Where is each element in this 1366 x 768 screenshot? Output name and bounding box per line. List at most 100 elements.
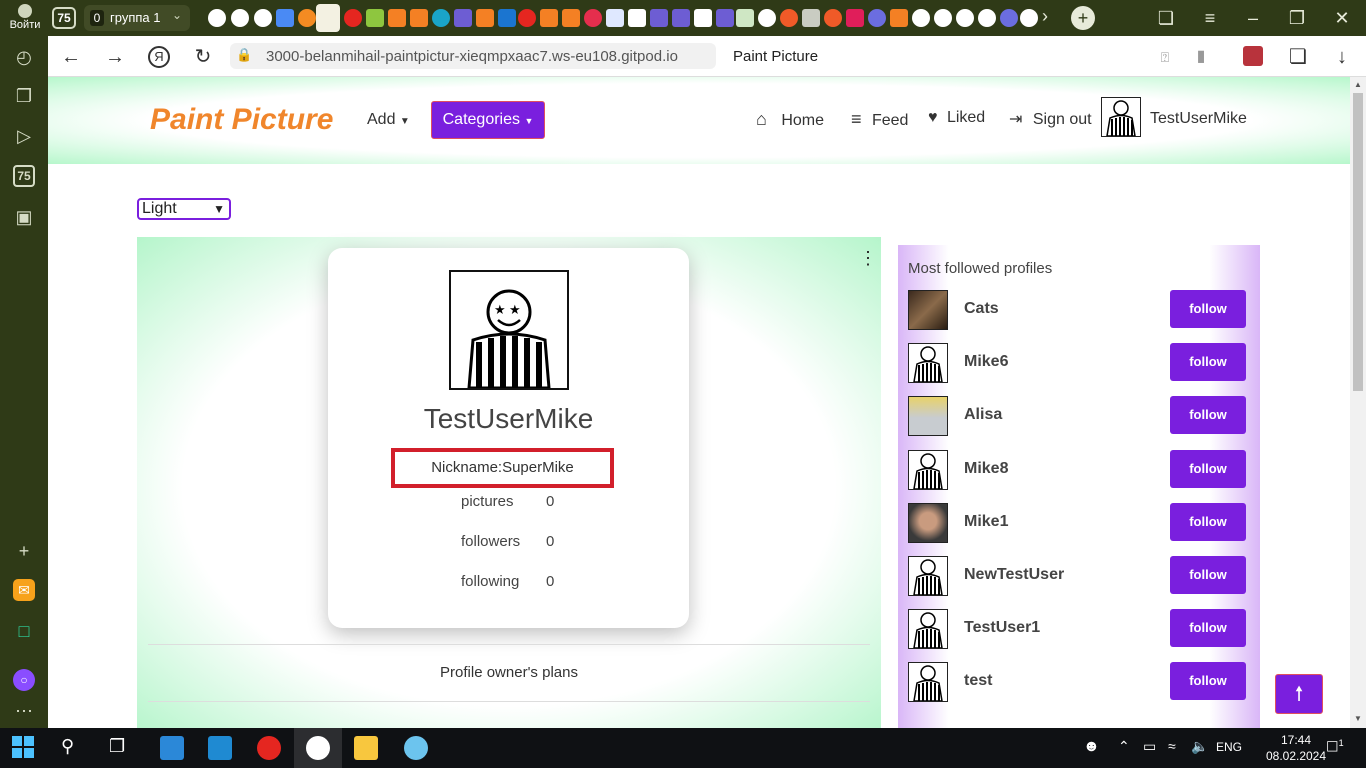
windows-start-icon[interactable] — [12, 736, 36, 760]
profile-avatar[interactable] — [908, 290, 948, 330]
nav-home[interactable]: ⌂ Home — [756, 109, 824, 130]
page-scrollbar[interactable]: ▲ ▼ — [1350, 77, 1366, 728]
app-icon[interactable] — [160, 736, 184, 760]
github-tab-icon[interactable] — [934, 9, 952, 27]
brand-logo[interactable]: Paint Picture — [150, 103, 333, 137]
profile-name[interactable]: Alisa — [964, 406, 1002, 424]
react-tab-icon[interactable] — [432, 9, 450, 27]
follow-button[interactable]: follow — [1170, 290, 1246, 328]
github-tab-icon[interactable] — [231, 9, 249, 27]
follow-button[interactable]: follow — [1170, 609, 1246, 647]
yandex-icon[interactable]: Я — [148, 46, 170, 68]
github-tab-icon[interactable] — [1020, 9, 1038, 27]
stack-tab-icon[interactable] — [388, 9, 406, 27]
github-tab-icon[interactable] — [758, 9, 776, 27]
collections-icon[interactable]: ❐ — [13, 85, 35, 107]
cube-tab-icon[interactable] — [802, 9, 820, 27]
image-tab-icon[interactable] — [736, 9, 754, 27]
frame-icon[interactable]: □ — [13, 620, 35, 642]
follow-button[interactable]: follow — [1170, 503, 1246, 541]
doc-tab-icon[interactable] — [606, 9, 624, 27]
profile-name[interactable]: TestUser1 — [964, 619, 1040, 637]
alice-icon[interactable]: ○ — [13, 669, 35, 691]
tab-group-button[interactable]: 0 группа 1 ⌄ — [84, 5, 190, 31]
reload-icon[interactable]: ↻ — [192, 46, 214, 68]
github-tab-icon[interactable] — [978, 9, 996, 27]
categories-dropdown[interactable]: Categories ▼ — [431, 101, 545, 139]
github-tab-icon[interactable] — [254, 9, 272, 27]
user-avatar[interactable] — [1101, 97, 1141, 137]
nav-sign-out[interactable]: ⇥ Sign out — [1009, 109, 1092, 129]
add-icon[interactable]: + — [13, 540, 35, 562]
login-avatar-button[interactable]: Войти — [6, 2, 44, 34]
language-indicator[interactable]: ENG — [1216, 740, 1242, 754]
follow-button[interactable]: follow — [1170, 662, 1246, 700]
heart-tab-icon[interactable] — [584, 9, 602, 27]
github-tab-icon[interactable] — [912, 9, 930, 27]
minimize-icon[interactable]: – — [1241, 6, 1265, 30]
battery-icon[interactable]: ▭ — [1143, 738, 1156, 755]
follow-button[interactable]: follow — [1170, 396, 1246, 434]
back-icon[interactable]: ← — [60, 46, 82, 68]
follow-button[interactable]: follow — [1170, 450, 1246, 488]
file-explorer-icon[interactable] — [354, 736, 378, 760]
mail-icon[interactable]: ✉ — [13, 579, 35, 601]
theme-select[interactable]: Light ▼ — [137, 198, 231, 220]
download-icon[interactable]: ↓ — [1331, 46, 1353, 68]
history-icon[interactable]: ◴ — [13, 46, 35, 68]
profile-avatar[interactable] — [908, 396, 948, 436]
h-tab-icon[interactable] — [672, 9, 690, 27]
kebab-menu-icon[interactable]: ⋮ — [859, 249, 877, 267]
doc-tab-icon[interactable] — [694, 9, 712, 27]
c-tab-icon[interactable] — [498, 9, 516, 27]
paint-icon[interactable] — [404, 736, 428, 760]
circle-tab-icon[interactable] — [1000, 9, 1018, 27]
nav-username[interactable]: TestUserMike — [1150, 110, 1247, 128]
profile-name[interactable]: Mike6 — [964, 353, 1008, 371]
slack-tab-icon[interactable] — [846, 9, 864, 27]
profile-name[interactable]: NewTestUser — [964, 566, 1064, 584]
play-icon[interactable]: ▷ — [13, 125, 35, 147]
follow-button[interactable]: follow — [1170, 343, 1246, 381]
url-field[interactable]: 🔒 3000-belanmihail-paintpictur-xieqmpxaa… — [230, 43, 716, 69]
stack-tab-icon[interactable] — [410, 9, 428, 27]
restore-icon[interactable]: ❐ — [1285, 6, 1309, 30]
profile-avatar[interactable] — [908, 343, 948, 383]
profile-avatar[interactable] — [908, 450, 948, 490]
translate-tab-icon[interactable] — [276, 9, 294, 27]
stack-tab-icon[interactable] — [562, 9, 580, 27]
profile-name[interactable]: Cats — [964, 300, 999, 318]
profile-avatar[interactable] — [908, 556, 948, 596]
h-tab-icon[interactable] — [650, 9, 668, 27]
collections-icon[interactable]: ❏ — [1287, 46, 1309, 68]
more-icon[interactable]: ⋯ — [13, 700, 35, 722]
nav-feed[interactable]: ≡ Feed — [851, 109, 908, 130]
close-icon[interactable]: ✕ — [1330, 6, 1354, 30]
profile-avatar[interactable] — [908, 503, 948, 543]
github-tab-icon[interactable] — [956, 9, 974, 27]
scroll-to-top-button[interactable]: 🠕 — [1275, 674, 1323, 714]
counter-badge[interactable]: 75 — [13, 165, 35, 187]
github-tab-icon[interactable] — [208, 9, 226, 27]
wifi-icon[interactable]: ≈ — [1168, 738, 1176, 754]
nav-liked[interactable]: ♥ Liked — [928, 109, 985, 127]
paint-picture-tab-icon[interactable] — [316, 4, 340, 32]
yandex-tab-icon[interactable] — [344, 9, 362, 27]
opera-tab-icon[interactable] — [780, 9, 798, 27]
yandex-tab-icon[interactable] — [518, 9, 536, 27]
profile-name[interactable]: Mike1 — [964, 513, 1008, 531]
scroll-down-arrow[interactable]: ▼ — [1354, 714, 1362, 723]
profile-avatar[interactable] — [908, 609, 948, 649]
volume-icon[interactable]: 🔈 — [1191, 738, 1208, 755]
g-tab-icon[interactable] — [298, 9, 316, 27]
scroll-up-arrow[interactable]: ▲ — [1354, 80, 1362, 89]
menu-icon[interactable]: ≡ — [1198, 6, 1222, 30]
screenshot-icon[interactable]: ▣ — [13, 206, 35, 228]
translate-icon[interactable]: ⍰ — [1154, 46, 1176, 68]
stack-tab-icon[interactable] — [476, 9, 494, 27]
profile-name[interactable]: Mike8 — [964, 460, 1008, 478]
add-dropdown[interactable]: Add ▼ — [367, 111, 410, 129]
opera-tab-icon[interactable] — [824, 9, 842, 27]
bookmark-icon[interactable]: ▮ — [1190, 46, 1212, 68]
clock[interactable]: 17:44 08.02.2024 — [1264, 732, 1328, 764]
